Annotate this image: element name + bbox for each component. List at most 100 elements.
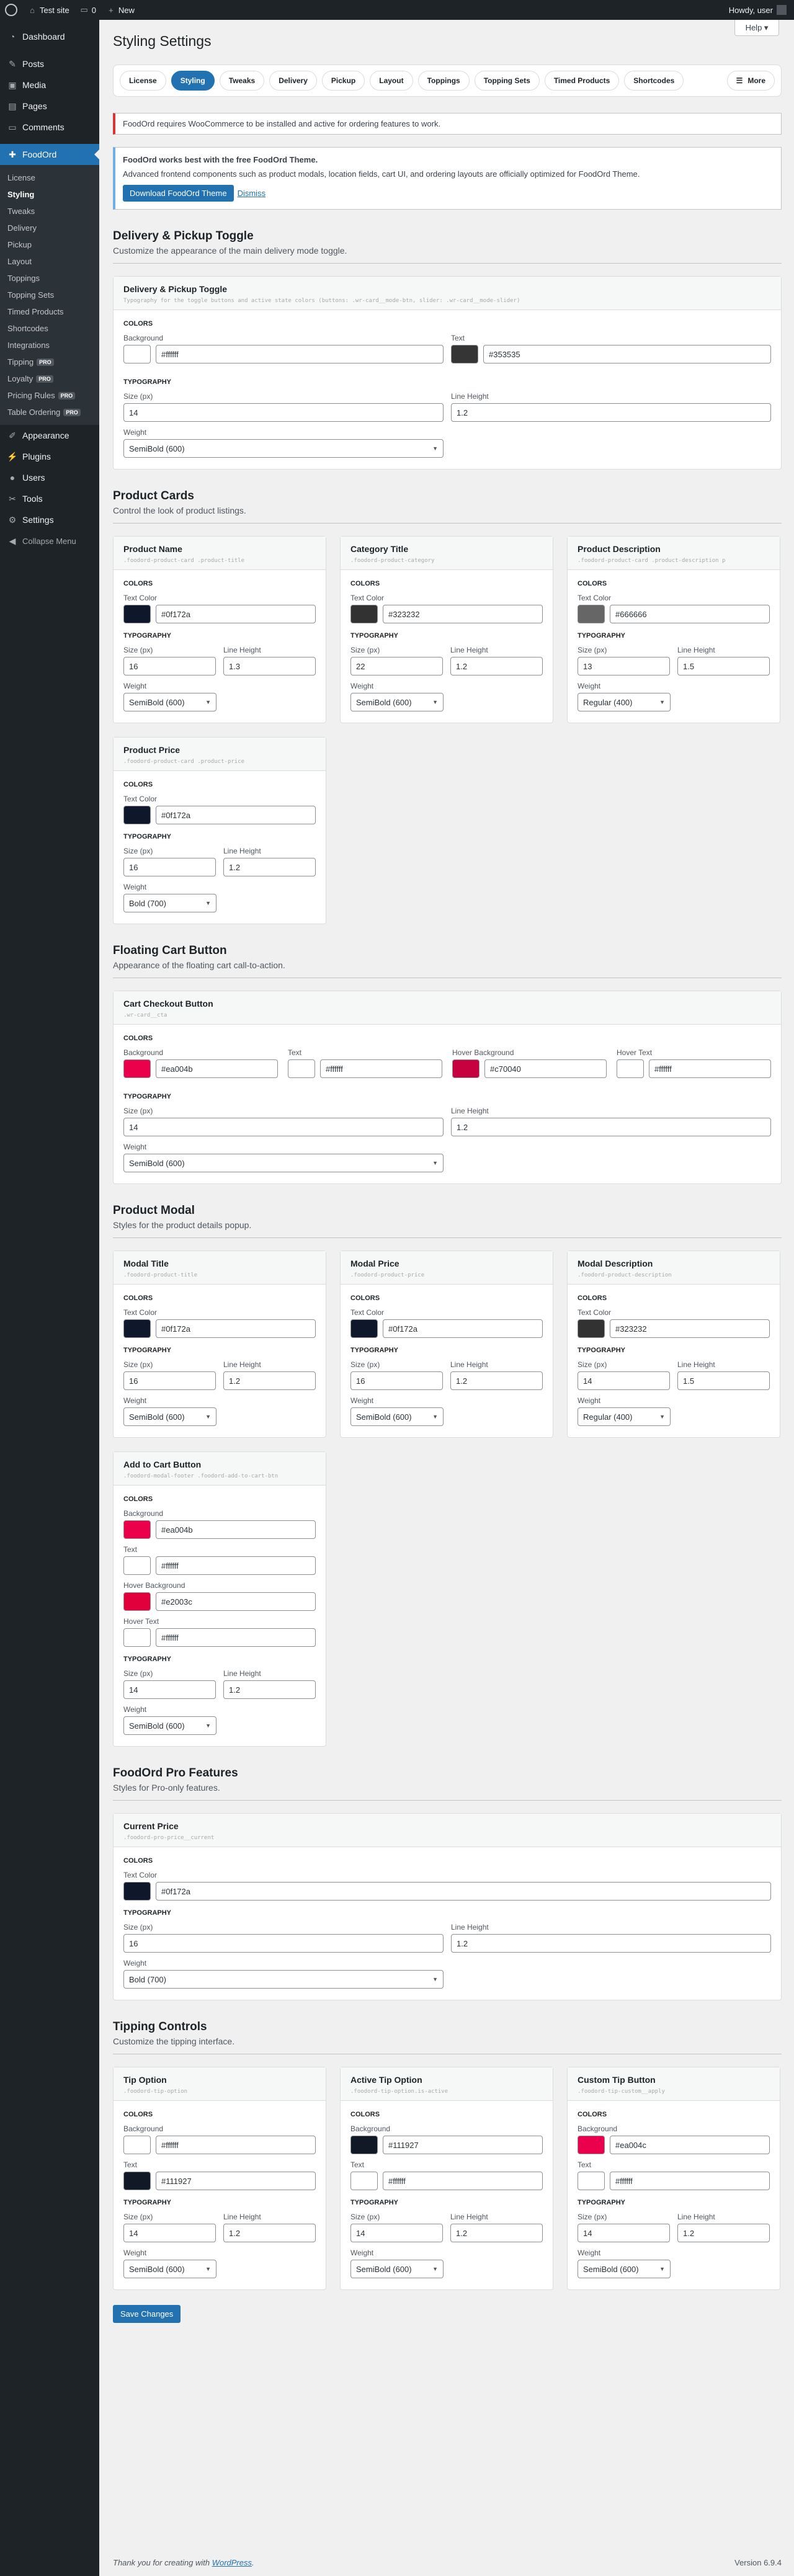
color-swatch[interactable]: [123, 1556, 151, 1575]
wordpress-link[interactable]: WordPress: [212, 2558, 252, 2567]
menu-pages[interactable]: ▤ Pages: [0, 96, 99, 117]
line-height-input[interactable]: 1.2: [677, 2224, 770, 2242]
tab-toppings[interactable]: Toppings: [417, 71, 470, 91]
hex-input[interactable]: #ffffff: [156, 345, 444, 363]
hex-input[interactable]: #0f172a: [156, 806, 316, 824]
line-height-input[interactable]: 1.3: [223, 657, 316, 675]
download-theme-button[interactable]: Download FoodOrd Theme: [123, 185, 234, 202]
color-swatch[interactable]: [123, 605, 151, 623]
weight-select[interactable]: SemiBold (600) ▼: [350, 2260, 444, 2278]
size-input[interactable]: 13: [578, 657, 670, 675]
hex-input[interactable]: #111927: [156, 2172, 316, 2190]
color-swatch[interactable]: [350, 2172, 378, 2190]
line-height-input[interactable]: 1.2: [451, 1118, 771, 1136]
menu-users[interactable]: ● Users: [0, 467, 99, 488]
color-swatch[interactable]: [288, 1059, 315, 1078]
sidebar-item-loyalty[interactable]: Loyalty PRO: [0, 370, 99, 387]
size-input[interactable]: 14: [123, 1118, 444, 1136]
hex-input[interactable]: #ffffff: [320, 1059, 442, 1078]
weight-select[interactable]: SemiBold (600) ▼: [123, 2260, 216, 2278]
hex-input[interactable]: #ffffff: [649, 1059, 771, 1078]
menu-dashboard[interactable]: ◔ Dashboard: [0, 26, 99, 47]
line-height-input[interactable]: 1.2: [451, 403, 771, 422]
hex-input[interactable]: #ffffff: [610, 2172, 770, 2190]
color-swatch[interactable]: [350, 1319, 378, 1338]
color-swatch[interactable]: [578, 1319, 605, 1338]
hex-input[interactable]: #ffffff: [383, 2172, 543, 2190]
sidebar-item-pricing-rules[interactable]: Pricing Rules PRO: [0, 387, 99, 404]
weight-select[interactable]: Bold (700) ▼: [123, 1970, 444, 1989]
line-height-input[interactable]: 1.2: [223, 1371, 316, 1390]
size-input[interactable]: 16: [350, 1371, 443, 1390]
line-height-input[interactable]: 1.5: [677, 1371, 770, 1390]
color-swatch[interactable]: [123, 1882, 151, 1901]
size-input[interactable]: 14: [123, 1680, 216, 1699]
hex-input[interactable]: #353535: [483, 345, 771, 363]
collapse-menu[interactable]: ◀ Collapse Menu: [0, 530, 99, 551]
color-swatch[interactable]: [123, 1520, 151, 1539]
hex-input[interactable]: #0f172a: [156, 605, 316, 623]
size-input[interactable]: 16: [123, 858, 216, 876]
menu-tools[interactable]: ✂ Tools: [0, 488, 99, 509]
line-height-input[interactable]: 1.2: [450, 2224, 543, 2242]
line-height-input[interactable]: 1.2: [223, 1680, 316, 1699]
sidebar-item-license[interactable]: License: [0, 169, 99, 186]
sidebar-item-tipping[interactable]: Tipping PRO: [0, 354, 99, 370]
tab-topping-sets[interactable]: Topping Sets: [474, 71, 540, 91]
hex-input[interactable]: #0f172a: [156, 1882, 771, 1901]
hex-input[interactable]: #c70040: [484, 1059, 607, 1078]
color-swatch[interactable]: [123, 2136, 151, 2154]
hex-input[interactable]: #ffffff: [156, 1556, 316, 1575]
color-swatch[interactable]: [123, 1059, 151, 1078]
hex-input[interactable]: #ea004c: [610, 2136, 770, 2154]
account-menu[interactable]: Howdy, user: [724, 0, 794, 20]
menu-foodord[interactable]: ✚ FoodOrd: [0, 144, 99, 165]
sidebar-item-layout[interactable]: Layout: [0, 253, 99, 270]
sidebar-item-table-ordering[interactable]: Table Ordering PRO: [0, 404, 99, 421]
size-input[interactable]: 16: [123, 1371, 216, 1390]
color-swatch[interactable]: [123, 1592, 151, 1611]
color-swatch[interactable]: [578, 2172, 605, 2190]
tab-styling[interactable]: Styling: [171, 71, 215, 91]
menu-plugins[interactable]: ⚡ Plugins: [0, 446, 99, 467]
color-swatch[interactable]: [578, 605, 605, 623]
weight-select[interactable]: SemiBold (600) ▼: [123, 1154, 444, 1172]
line-height-input[interactable]: 1.2: [223, 858, 316, 876]
sidebar-item-timed-products[interactable]: Timed Products: [0, 303, 99, 320]
weight-select[interactable]: SemiBold (600) ▼: [123, 1407, 216, 1426]
sidebar-item-integrations[interactable]: Integrations: [0, 337, 99, 354]
site-name-link[interactable]: ⌂ Test site: [22, 0, 74, 20]
line-height-input[interactable]: 1.5: [677, 657, 770, 675]
menu-media[interactable]: ▣ Media: [0, 74, 99, 96]
color-swatch[interactable]: [452, 1059, 480, 1078]
hex-input[interactable]: #0f172a: [156, 1319, 316, 1338]
tab-layout[interactable]: Layout: [370, 71, 413, 91]
sidebar-item-shortcodes[interactable]: Shortcodes: [0, 320, 99, 337]
color-swatch[interactable]: [451, 345, 478, 363]
sidebar-item-styling[interactable]: Styling: [0, 186, 99, 203]
weight-select[interactable]: Regular (400) ▼: [578, 693, 671, 711]
tab-license[interactable]: License: [120, 71, 166, 91]
color-swatch[interactable]: [123, 806, 151, 824]
hex-input[interactable]: #ffffff: [156, 1628, 316, 1647]
line-height-input[interactable]: 1.2: [450, 657, 543, 675]
hex-input[interactable]: #0f172a: [383, 1319, 543, 1338]
size-input[interactable]: 14: [578, 2224, 670, 2242]
line-height-input[interactable]: 1.2: [223, 2224, 316, 2242]
tab-delivery[interactable]: Delivery: [269, 71, 317, 91]
hex-input[interactable]: #111927: [383, 2136, 543, 2154]
weight-select[interactable]: SemiBold (600) ▼: [578, 2260, 671, 2278]
weight-select[interactable]: Bold (700) ▼: [123, 894, 216, 912]
color-swatch[interactable]: [123, 1319, 151, 1338]
menu-posts[interactable]: ✎ Posts: [0, 53, 99, 74]
hex-input[interactable]: #ea004b: [156, 1059, 278, 1078]
sidebar-item-pickup[interactable]: Pickup: [0, 236, 99, 253]
new-content-link[interactable]: + New: [101, 0, 140, 20]
menu-comments[interactable]: ▭ Comments: [0, 117, 99, 138]
comments-link[interactable]: ▭ 0: [74, 0, 101, 20]
tab-shortcodes[interactable]: Shortcodes: [624, 71, 684, 91]
sidebar-item-delivery[interactable]: Delivery: [0, 220, 99, 236]
line-height-input[interactable]: 1.2: [450, 1371, 543, 1390]
line-height-input[interactable]: 1.2: [451, 1934, 771, 1953]
wp-logo-menu[interactable]: [0, 0, 22, 20]
